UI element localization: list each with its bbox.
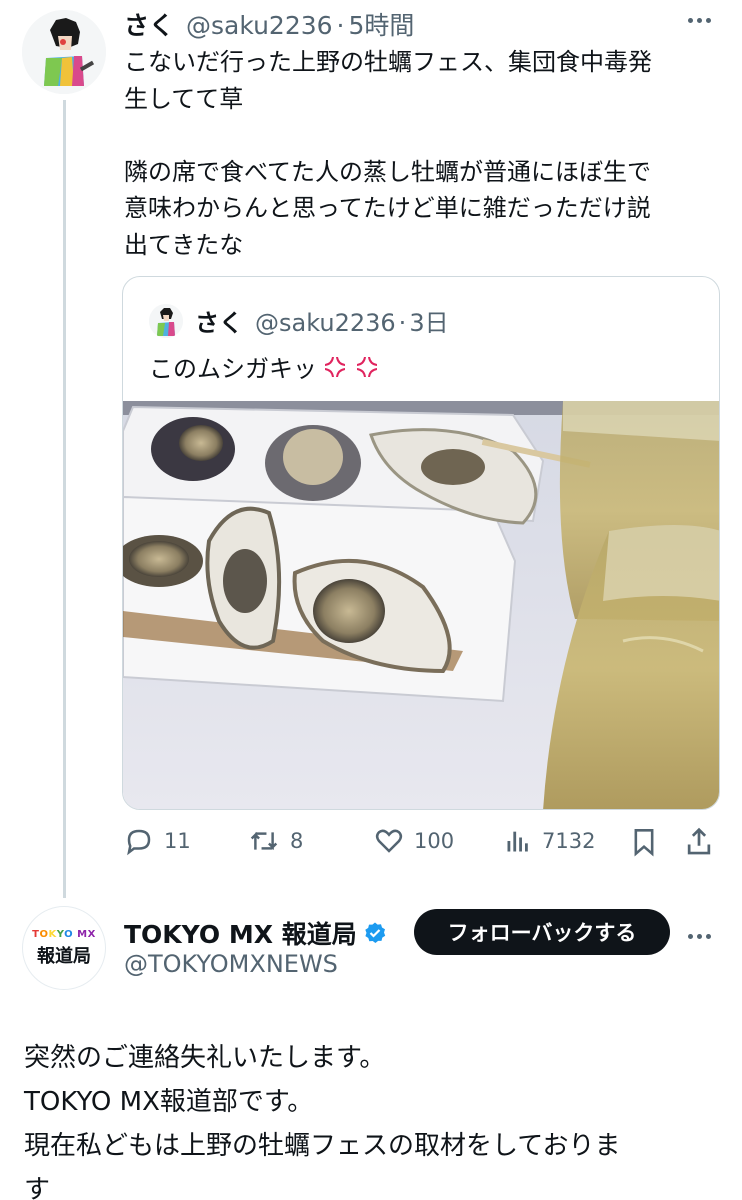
tweet-line: 現在私どもは上野の牡蠣フェスの取材をしておりま (24, 1131, 621, 1161)
reply-button[interactable]: 11 (124, 826, 191, 856)
quoted-user-avatar (149, 304, 183, 338)
view-count: 7132 (542, 829, 596, 853)
follow-back-button[interactable]: フォローバックする (414, 909, 670, 955)
retweet-button[interactable]: 8 (248, 826, 303, 856)
tweet-line: 突然のご連絡失礼いたします。 (24, 1043, 386, 1073)
thread-line (63, 100, 66, 898)
separator: · (398, 309, 407, 337)
verified-badge-icon (365, 922, 385, 943)
tweet-header: さく @saku2236 · 5時間 (124, 6, 414, 40)
heart-icon (375, 829, 403, 853)
anger-symbol-icon (325, 356, 345, 377)
retweet-icon (250, 831, 278, 851)
page: さく @saku2236 · 5時間 こないだ行った上野の牡蠣フェス、集団食中毒… (0, 0, 742, 1200)
tweet-line: 出てきたな (124, 230, 244, 259)
author-handle[interactable]: @saku2236 (186, 11, 333, 40)
avatar-logo-text: TOKYO MX (32, 928, 96, 940)
quoted-timestamp: 3日 (409, 309, 449, 337)
author-handle[interactable]: @TOKYOMXNEWS (124, 950, 338, 978)
anger-symbol-icon (357, 356, 377, 377)
like-button[interactable]: 100 (374, 826, 454, 856)
separator: · (336, 11, 345, 40)
more-options-icon[interactable] (688, 926, 718, 946)
tweet-line: 隣の席で食べてた人の蒸し牡蠣が普通にほぼ生で (124, 157, 652, 186)
more-options-icon[interactable] (688, 10, 718, 30)
quoted-text-content: このムシガキッ (149, 355, 317, 383)
tweet-actions: 11 8 100 7132 (122, 822, 722, 862)
tweet-line: 生してて草 (124, 84, 244, 113)
tweet-line: こないだ行った上野の牡蠣フェス、集団食中毒発 (124, 48, 652, 76)
quoted-author-name: さく (195, 309, 243, 337)
share-icon[interactable] (684, 826, 714, 858)
tweet2-name-row: TOKYO MX 報道局 (124, 915, 387, 951)
views-button[interactable]: 7132 (504, 826, 595, 856)
timestamp[interactable]: 5時間 (349, 6, 415, 42)
oyster-photo[interactable] (123, 401, 720, 810)
author-name[interactable]: TOKYO MX 報道局 (124, 915, 357, 951)
user-avatar[interactable] (22, 10, 106, 94)
quoted-text: このムシガキッ (149, 349, 381, 384)
tweet-line: す (24, 1175, 51, 1200)
tweet-line: 意味わからんと思ってたけど単に雑だっただけ説 (124, 194, 651, 222)
reply-count: 11 (164, 829, 191, 853)
retweet-count: 8 (290, 829, 304, 853)
tweet-line: TOKYO MX報道部です。 (24, 1087, 314, 1117)
like-count: 100 (414, 829, 455, 853)
news-avatar[interactable]: TOKYO MX 報道局 (22, 906, 106, 990)
quoted-header: さく @saku2236 · 3日 (195, 303, 449, 338)
tweet2-text: 突然のご連絡失礼いたします。 TOKYO MX報道部です。 現在私どもは上野の牡… (24, 1036, 740, 1200)
quoted-tweet[interactable]: さく @saku2236 · 3日 このムシガキッ (122, 276, 720, 810)
views-chart-icon (507, 831, 528, 852)
bookmark-icon[interactable] (630, 826, 658, 858)
reply-icon (127, 829, 151, 856)
tweet-text: こないだ行った上野の牡蠣フェス、集団食中毒発 生してて草 隣の席で食べてた人の蒸… (124, 44, 724, 263)
avatar-label: 報道局 (37, 945, 91, 967)
quoted-author-handle: @saku2236 (255, 309, 396, 337)
author-name[interactable]: さく (124, 6, 174, 42)
